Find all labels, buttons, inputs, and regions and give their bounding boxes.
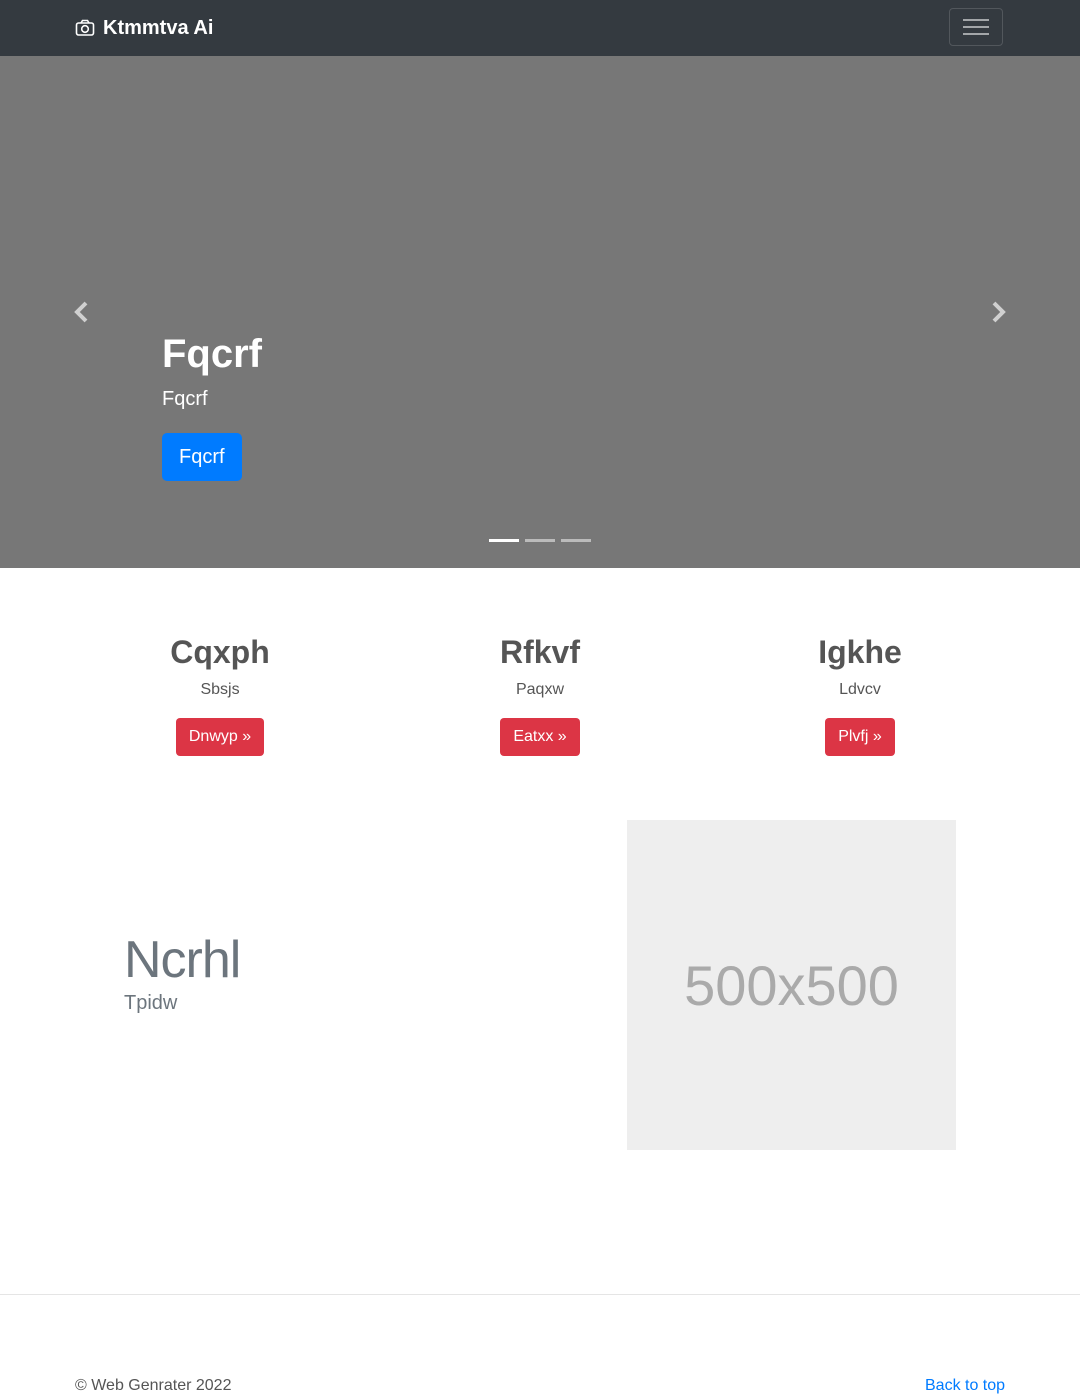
carousel-indicators [489,539,591,542]
footer-copyright: © Web Genrater 2022 [75,1377,232,1394]
feature-button[interactable]: Dnwyp » [175,718,265,756]
feature-heading: Cqxph [170,634,270,670]
navbar-toggler-button[interactable] [949,8,1003,46]
feature-button[interactable]: Eatxx » [500,718,580,756]
brand-name: Ktmmtva Ai [103,16,214,39]
feature-column: Rfkvf Paqxw Eatxx » [390,632,690,756]
back-to-top-link[interactable]: Back to top [925,1377,1005,1395]
feature-column: Igkhe Ldvcv Plvfj » [710,632,1010,756]
carousel-indicator-2[interactable] [525,539,555,542]
hero-carousel: Fqcrf Fqcrf Fqcrf [0,56,1080,568]
carousel-cta-button[interactable]: Fqcrf [162,433,242,481]
feature-text: Ldvcv [839,681,881,698]
feature-button[interactable]: Plvfj » [825,718,895,756]
feature-text: Paqxw [515,681,565,698]
carousel-subtitle: Fqcrf [162,388,208,410]
chevron-left-icon[interactable] [72,300,92,324]
brand-link[interactable]: Ktmmtva Ai [75,0,213,56]
featurette-text: Ncrhl Tpidw [124,930,241,1015]
carousel-indicator-3[interactable] [561,539,591,542]
featurette-image: 500x500 [627,820,956,1150]
image-placeholder-label: 500x500 [684,953,899,1017]
carousel-caption: Fqcrf Fqcrf Fqcrf [162,331,262,481]
feature-heading: Rfkvf [499,634,580,670]
hamburger-icon [963,17,989,37]
feature-column: Cqxph Sbsjs Dnwyp » [70,632,370,756]
featurette-heading: Ncrhl [124,931,241,989]
feature-text: Sbsjs [200,681,240,698]
navbar: Ktmmtva Ai [0,0,1080,56]
camera-icon [75,19,95,36]
footer-divider [0,1294,1080,1295]
carousel-title: Fqcrf [162,332,262,376]
featurette-lead: Tpidw [124,992,178,1014]
chevron-right-icon[interactable] [988,300,1008,324]
feature-heading: Igkhe [818,634,902,670]
carousel-indicator-1[interactable] [489,539,519,542]
